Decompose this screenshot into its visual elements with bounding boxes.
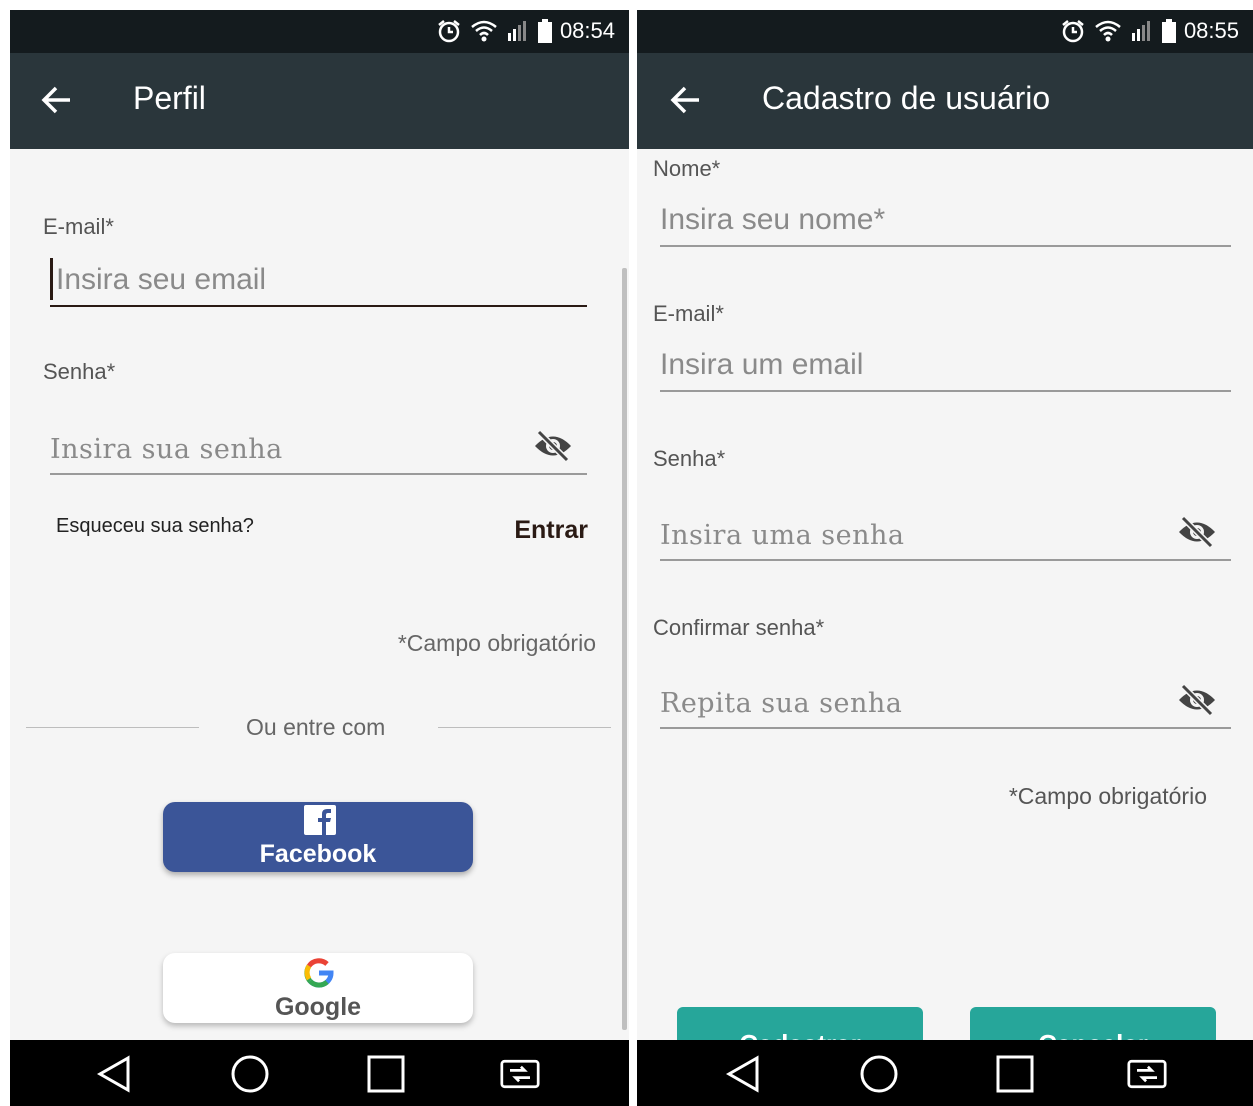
facebook-icon [304, 805, 336, 835]
divider-left [26, 727, 199, 728]
login-screen: 08:54 Perfil E-mail* Senha* Esqueceu sua… [10, 10, 629, 1106]
toolbar: Perfil [10, 53, 629, 149]
confirm-password-field[interactable] [660, 674, 1231, 729]
name-label: Nome* [653, 156, 721, 181]
navigation-bar [10, 1040, 629, 1106]
google-icon [304, 958, 334, 988]
facebook-label: Facebook [259, 840, 377, 868]
text-cursor [50, 258, 53, 300]
battery-icon [1161, 19, 1176, 43]
wifi-icon [471, 20, 497, 42]
forgot-password-link[interactable]: Esqueceu sua senha? [56, 515, 254, 538]
scrollbar[interactable] [622, 268, 627, 1030]
page-title: Perfil [133, 80, 206, 116]
home-circle-icon[interactable] [859, 1054, 899, 1094]
name-field[interactable] [660, 196, 1231, 247]
switch-app-icon[interactable] [1127, 1054, 1167, 1094]
page-title: Cadastro de usuário [762, 80, 1051, 116]
facebook-login-button[interactable]: Facebook [163, 802, 473, 872]
email-field[interactable] [50, 256, 593, 307]
recents-square-icon[interactable] [366, 1054, 406, 1094]
divider-right [438, 727, 611, 728]
recents-square-icon[interactable] [995, 1054, 1035, 1094]
visibility-off-icon[interactable] [1177, 683, 1217, 717]
visibility-off-icon[interactable] [1177, 515, 1217, 549]
email-label: E-mail* [43, 214, 114, 239]
password-label: Senha* [43, 359, 116, 384]
confirm-password-label: Confirmar senha* [653, 615, 825, 640]
navigation-bar [637, 1040, 1253, 1106]
password-field[interactable] [660, 506, 1231, 561]
home-circle-icon[interactable] [230, 1054, 270, 1094]
back-triangle-icon[interactable] [723, 1054, 763, 1094]
required-note: *Campo obrigatório [1008, 783, 1207, 809]
switch-app-icon[interactable] [500, 1054, 540, 1094]
status-time: 08:55 [1183, 18, 1239, 43]
status-bar: 08:54 [10, 10, 629, 53]
arrow-back-icon[interactable] [669, 83, 703, 117]
visibility-off-icon[interactable] [533, 429, 573, 463]
email-field[interactable] [660, 341, 1231, 392]
required-note: *Campo obrigatório [397, 630, 596, 656]
password-input[interactable] [50, 434, 587, 465]
password-label: Senha* [653, 446, 726, 471]
battery-icon [537, 19, 552, 43]
signal-icon [507, 21, 526, 41]
signal-icon [1131, 21, 1150, 41]
arrow-back-icon[interactable] [40, 83, 74, 117]
confirm-password-input[interactable] [660, 688, 1231, 719]
back-triangle-icon[interactable] [94, 1054, 134, 1094]
email-input[interactable] [56, 263, 593, 297]
google-label: Google [274, 993, 362, 1021]
wifi-icon [1095, 20, 1121, 42]
email-label: E-mail* [653, 301, 724, 326]
divider-text: Ou entre com [246, 714, 386, 740]
status-bar: 08:55 [637, 10, 1253, 53]
password-field[interactable] [50, 420, 587, 475]
password-input[interactable] [660, 520, 1231, 551]
alarm-icon [1062, 20, 1084, 43]
alarm-icon [438, 20, 460, 43]
google-login-button[interactable]: Google [163, 953, 473, 1023]
status-time: 08:54 [559, 18, 615, 43]
register-screen: 08:55 Cadastro de usuário Nome* E-mail* … [637, 10, 1253, 1106]
toolbar: Cadastro de usuário [637, 53, 1253, 149]
name-input[interactable] [660, 203, 1231, 237]
login-button[interactable]: Entrar [514, 516, 588, 545]
email-input[interactable] [660, 348, 1231, 382]
